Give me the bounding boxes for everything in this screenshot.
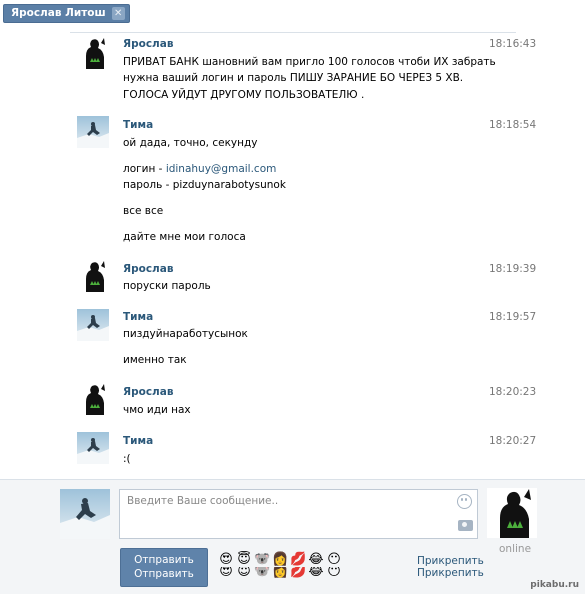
- watermark: pikabu.ru: [530, 580, 579, 590]
- send-button-echo: Отправить: [120, 567, 208, 587]
- peer-avatar[interactable]: [487, 488, 537, 538]
- message-time: 18:20:23: [489, 386, 537, 398]
- message-text: все все: [123, 205, 164, 217]
- close-icon[interactable]: ✕: [111, 7, 125, 20]
- message-list[interactable]: Ярослав 18:16:43 ПРИВАТ БАНК шановний ва…: [0, 33, 585, 479]
- message-text: логин - idinahuy@gmail.com: [123, 163, 276, 175]
- message-text: пиздуйнаработусынок: [123, 328, 248, 340]
- my-avatar[interactable]: [60, 489, 110, 539]
- neutral-emoji-icon: 😶: [327, 567, 341, 579]
- tima-avatar[interactable]: [77, 432, 109, 464]
- message-author[interactable]: Ярослав: [123, 386, 173, 398]
- composer-echo-strip: Отправить 😍 😇 🐨 👩 💋 😂 😶 Прикрепить pikab…: [0, 567, 585, 594]
- message-author[interactable]: Тима: [123, 119, 153, 131]
- message-time: 18:16:43: [489, 38, 537, 50]
- yaroslav-avatar[interactable]: [77, 260, 109, 292]
- heart-eyes-emoji-icon[interactable]: 😍: [218, 552, 234, 568]
- tima-avatar[interactable]: [77, 309, 109, 341]
- koala-emoji-icon: 🐨: [254, 567, 271, 579]
- message-text: ГОЛОСА УЙДУТ ДРУГОМУ ПОЛЬЗОВАТЕЛЮ .: [123, 89, 365, 101]
- message-time: 18:19:57: [489, 311, 537, 323]
- login-label: логин -: [123, 163, 166, 175]
- message-time: 18:18:54: [489, 119, 537, 131]
- message-input[interactable]: Введите Ваше сообщение..: [119, 489, 478, 539]
- halo-emoji-icon[interactable]: 😇: [236, 552, 252, 568]
- message-text: именно так: [123, 354, 187, 366]
- yaroslav-avatar[interactable]: [77, 383, 109, 415]
- message-author[interactable]: Ярослав: [123, 38, 173, 50]
- message-author[interactable]: Тима: [123, 435, 153, 447]
- tima-avatar[interactable]: [77, 116, 109, 148]
- koala-emoji-icon[interactable]: 🐨: [254, 552, 270, 568]
- girl-emoji-icon: 👩: [272, 567, 289, 579]
- message-text: ПРИВАТ БАНК шановний вам пригло 100 голо…: [123, 56, 496, 68]
- conversation-tab[interactable]: Ярослав Литош ✕: [3, 4, 130, 23]
- kiss-emoji-icon: 💋: [290, 567, 307, 579]
- message-text: чмо иди нах: [123, 404, 191, 416]
- message-text: :(: [123, 453, 131, 465]
- conversation-tab-title: Ярослав Литош: [11, 7, 106, 19]
- message-time: 18:19:39: [489, 263, 537, 275]
- kiss-emoji-icon[interactable]: 💋: [290, 552, 306, 568]
- emoji-bar: 😍 😇 🐨 👩 💋 😂 😶: [218, 552, 342, 568]
- message-time: 18:20:27: [489, 435, 537, 447]
- message-text: поруски пароль: [123, 280, 211, 292]
- message-text: нужна ваший логин и пароль ПИШУ ЗАРАНИЕ …: [123, 72, 464, 84]
- message-text: ой дада, точно, секунду: [123, 137, 258, 149]
- tears-of-joy-emoji-icon[interactable]: 😂: [308, 552, 324, 568]
- attach-link-echo: Прикрепить: [417, 567, 484, 579]
- peer-status: online: [499, 543, 532, 555]
- message-text: дайте мне мои голоса: [123, 231, 246, 243]
- girl-emoji-icon[interactable]: 👩: [272, 552, 288, 568]
- tab-bar: Ярослав Литош ✕: [0, 0, 585, 30]
- heart-eyes-emoji-icon: 😍: [219, 567, 233, 579]
- camera-icon[interactable]: [458, 520, 473, 531]
- neutral-emoji-icon[interactable]: 😶: [326, 552, 342, 568]
- halo-emoji-icon: 😇: [237, 567, 251, 579]
- message-author[interactable]: Ярослав: [123, 263, 173, 275]
- emoji-picker-icon[interactable]: [457, 494, 472, 509]
- message-text: пароль - pizduynarabotysunok: [123, 179, 286, 191]
- tears-of-joy-emoji-icon: 😂: [308, 567, 324, 579]
- message-author[interactable]: Тима: [123, 311, 153, 323]
- attach-link[interactable]: Прикрепить: [417, 555, 484, 567]
- emoji-bar-echo: 😍 😇 🐨 👩 💋 😂 😶: [218, 567, 342, 580]
- email-link[interactable]: idinahuy@gmail.com: [166, 163, 277, 175]
- yaroslav-avatar[interactable]: [77, 37, 109, 69]
